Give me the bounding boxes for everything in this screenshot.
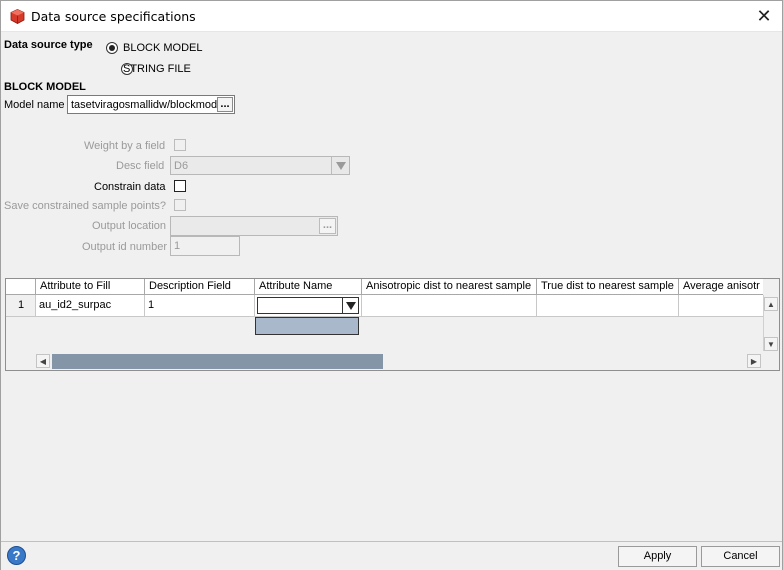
desc-field-dropdown[interactable]: D6	[170, 156, 350, 175]
chevron-down-icon[interactable]	[331, 157, 349, 174]
column-header[interactable]: Description Field	[145, 279, 255, 295]
row-index: 1	[6, 295, 36, 317]
output-location-label: Output location	[92, 220, 166, 232]
radio-block-model[interactable]	[106, 42, 118, 54]
attribute-name-dropdown[interactable]	[257, 297, 359, 314]
weight-checkbox[interactable]	[174, 139, 186, 151]
scroll-up-icon[interactable]: ▲	[764, 297, 778, 311]
constrain-checkbox[interactable]	[174, 180, 186, 192]
save-constrained-checkbox[interactable]	[174, 199, 186, 211]
constrain-label: Constrain data	[94, 181, 166, 193]
column-header[interactable]: Average anisotr	[679, 279, 763, 295]
save-constrained-label: Save constrained sample points?	[4, 200, 167, 212]
cancel-button[interactable]: Cancel	[701, 546, 780, 567]
source-type-label: Data source type	[4, 39, 93, 51]
output-id-value: 1	[174, 240, 181, 252]
window-title: Data source specifications	[31, 9, 196, 24]
footer-bar: ? Apply Cancel	[1, 541, 782, 570]
close-icon[interactable]: ✕	[752, 5, 776, 27]
output-location-field[interactable]	[170, 216, 338, 236]
table-cell[interactable]	[679, 295, 763, 317]
table-cell[interactable]	[362, 295, 537, 317]
output-browse-button[interactable]: ...	[319, 218, 336, 234]
title-bar: Data source specifications ✕	[1, 1, 782, 32]
model-name-label: Model name	[4, 99, 65, 111]
table-cell[interactable]	[537, 295, 679, 317]
output-id-label: Output id number	[82, 241, 167, 253]
scroll-right-icon[interactable]: ▶	[747, 354, 761, 368]
column-header[interactable]: Attribute Name	[255, 279, 362, 295]
scroll-left-icon[interactable]: ◀	[36, 354, 50, 368]
app-cube-icon	[10, 9, 25, 24]
column-header[interactable]: True dist to nearest sample	[537, 279, 679, 295]
attribute-dropdown-list[interactable]	[255, 317, 359, 335]
scroll-down-icon[interactable]: ▼	[764, 337, 778, 351]
model-name-field[interactable]: tasetviragosmallidw/blockmod	[67, 95, 235, 114]
column-header[interactable]: Attribute to Fill	[36, 279, 145, 295]
chevron-down-icon[interactable]	[342, 298, 358, 313]
table-cell[interactable]: 1	[145, 295, 255, 317]
table-cell[interactable]: au_id2_surpac	[36, 295, 145, 317]
table-corner	[6, 279, 36, 295]
desc-field-value: D6	[174, 160, 189, 172]
attribute-name-cell[interactable]	[255, 295, 362, 317]
apply-button[interactable]: Apply	[618, 546, 697, 567]
output-id-field[interactable]: 1	[170, 236, 240, 256]
model-name-value: tasetviragosmallidw/blockmod	[71, 99, 218, 111]
radio-string-file-label[interactable]: STRING FILE	[123, 63, 191, 75]
attributes-table: Attribute to Fill Description Field Attr…	[5, 278, 780, 371]
model-browse-button[interactable]: ...	[217, 97, 233, 112]
desc-field-label: Desc field	[116, 160, 165, 172]
weight-label: Weight by a field	[84, 140, 166, 152]
block-model-heading: BLOCK MODEL	[4, 81, 86, 93]
radio-block-model-label[interactable]: BLOCK MODEL	[123, 42, 202, 54]
dialog-window: Data source specifications ✕ Data source…	[0, 0, 783, 570]
help-icon[interactable]: ?	[7, 546, 26, 565]
column-header[interactable]: Anisotropic dist to nearest sample	[362, 279, 537, 295]
scrollbar-thumb[interactable]	[52, 354, 383, 369]
